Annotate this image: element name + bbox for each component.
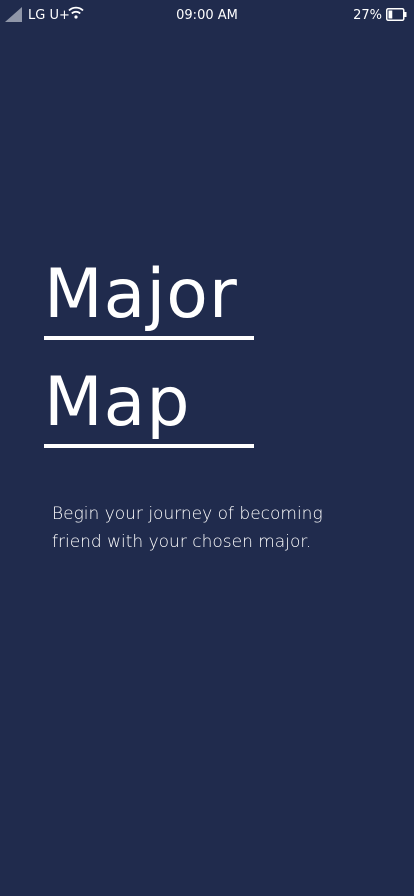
battery-icon [386,8,407,21]
status-time: 09:00 AM [176,8,238,23]
app-title: Major Map [44,250,344,466]
battery-percentage: 27% [353,8,382,23]
title-word-major: Major [44,250,344,358]
status-bar: LG U+ 09:00 AM 27% [0,0,414,30]
title-word-map: Map [44,358,344,466]
tagline: Begin your journey of becoming friend wi… [52,504,323,552]
